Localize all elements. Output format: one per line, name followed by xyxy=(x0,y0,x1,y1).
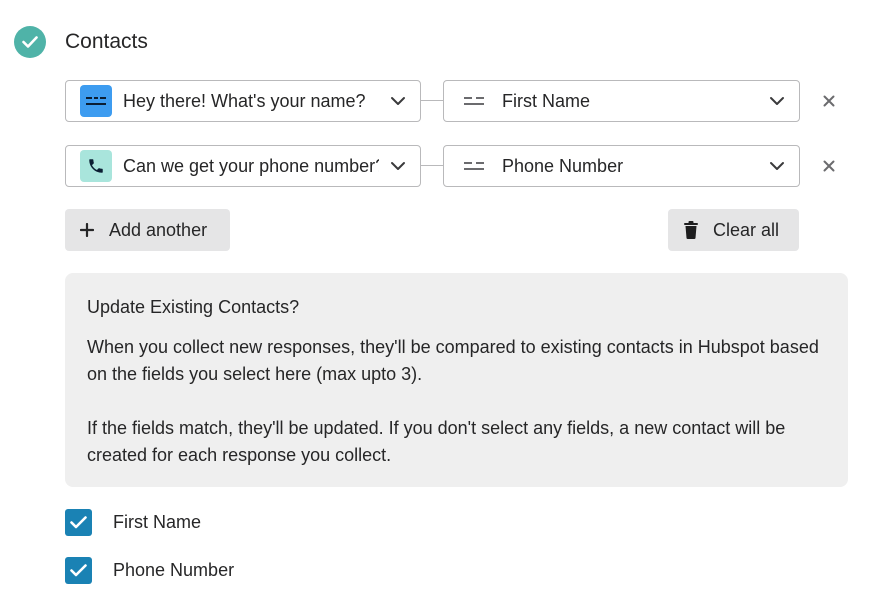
checkmark-icon xyxy=(70,516,87,529)
plus-icon xyxy=(79,219,96,241)
match-field-option[interactable]: Phone Number xyxy=(65,557,234,584)
add-another-label: Add another xyxy=(109,219,208,240)
chevron-down-icon xyxy=(770,97,784,105)
question-select[interactable]: Hey there! What's your name? xyxy=(65,80,421,122)
mapping-row: Can we get your phone number? Phone Numb… xyxy=(65,145,855,187)
connector-line xyxy=(421,100,443,101)
trash-icon xyxy=(684,221,698,239)
info-paragraph: If the fields match, they'll be updated.… xyxy=(87,418,786,465)
chevron-down-icon xyxy=(391,162,405,170)
mapping-row: Hey there! What's your name? First Name xyxy=(65,80,855,122)
clear-all-button[interactable]: Clear all xyxy=(668,209,799,251)
chevron-down-icon xyxy=(391,97,405,105)
match-field-option[interactable]: First Name xyxy=(65,509,201,536)
checkbox-checked[interactable] xyxy=(65,509,92,536)
short-text-icon xyxy=(80,85,112,117)
close-icon xyxy=(823,95,835,107)
field-text: Phone Number xyxy=(502,155,624,176)
info-paragraph: When you collect new responses, they'll … xyxy=(87,337,819,384)
add-another-button[interactable]: Add another xyxy=(65,209,230,251)
question-select[interactable]: Can we get your phone number? xyxy=(65,145,421,187)
section-title: Contacts xyxy=(65,30,148,53)
checkbox-label: Phone Number xyxy=(113,560,235,580)
chevron-down-icon xyxy=(770,162,784,170)
section-header: Contacts xyxy=(14,26,148,58)
update-contacts-info: Update Existing Contacts? When you colle… xyxy=(65,273,848,487)
phone-icon xyxy=(80,150,112,182)
remove-mapping-button[interactable] xyxy=(821,158,837,174)
field-text: First Name xyxy=(502,90,591,111)
field-select[interactable]: First Name xyxy=(443,80,800,122)
hubspot-contacts-mapping: Contacts Hey there! What's your name? Fi… xyxy=(0,0,877,603)
text-field-icon xyxy=(464,97,484,105)
question-text: Hey there! What's your name? xyxy=(123,90,366,111)
field-select[interactable]: Phone Number xyxy=(443,145,800,187)
checkmark-icon xyxy=(70,564,87,577)
check-circle-icon xyxy=(14,26,46,58)
checkbox-label: First Name xyxy=(113,512,202,532)
question-text: Can we get your phone number? xyxy=(123,155,379,176)
close-icon xyxy=(823,160,835,172)
connector-line xyxy=(421,165,443,166)
info-title: Update Existing Contacts? xyxy=(87,297,300,317)
checkbox-checked[interactable] xyxy=(65,557,92,584)
clear-all-label: Clear all xyxy=(713,219,780,240)
remove-mapping-button[interactable] xyxy=(821,93,837,109)
text-field-icon xyxy=(464,162,484,170)
